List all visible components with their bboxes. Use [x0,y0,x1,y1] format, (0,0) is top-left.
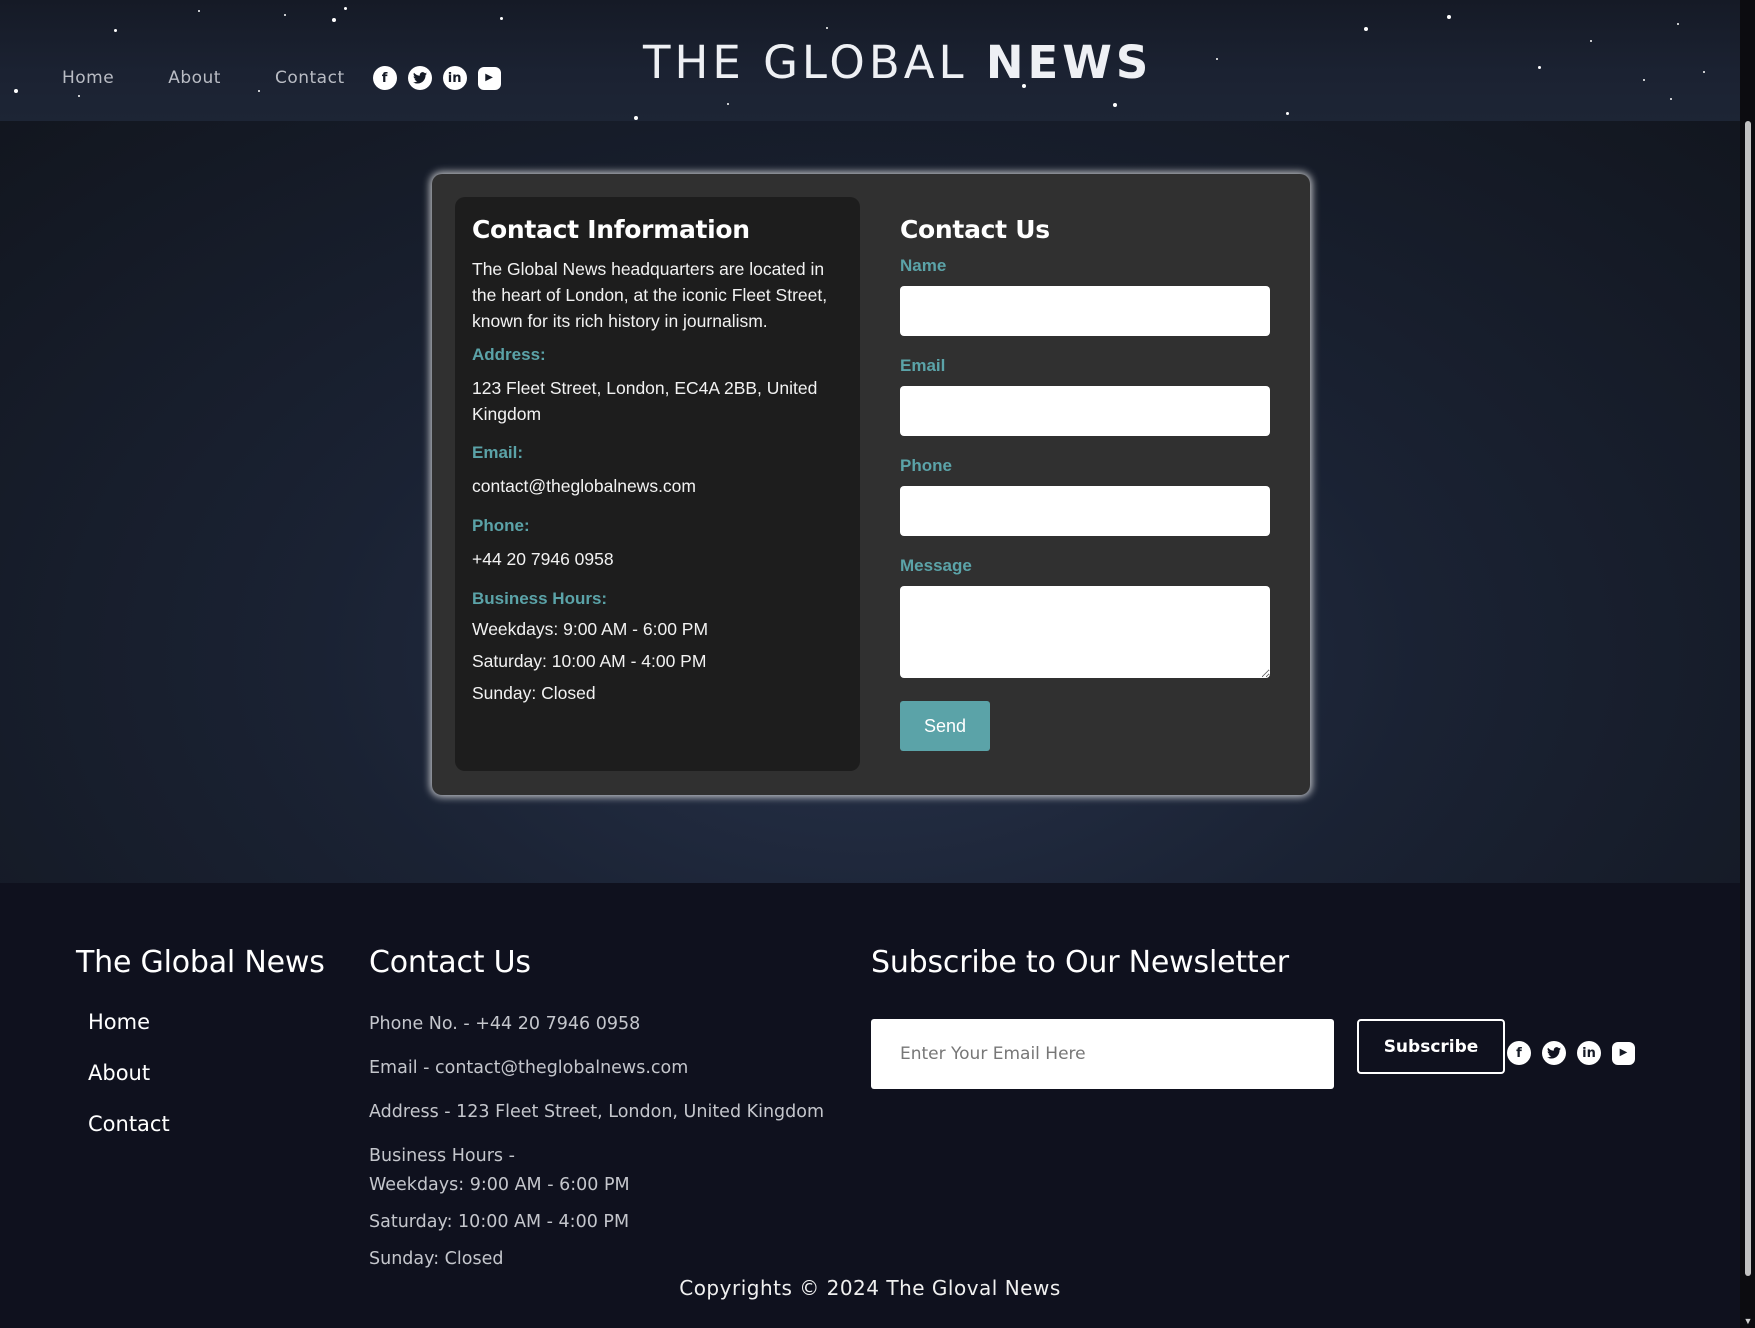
facebook-icon[interactable]: f [372,66,397,90]
footer-contact-column: Contact Us Phone No. - +44 20 7946 0958 … [369,945,824,1269]
logo-light-text: THE GLOBAL [643,36,986,89]
business-hours-list: Weekdays: 9:00 AM - 6:00 PM Saturday: 10… [472,613,843,709]
subscribe-button[interactable]: Subscribe [1357,1019,1505,1074]
linkedin-icon[interactable]: in [442,66,467,90]
scrollbar-thumb[interactable] [1745,121,1751,1276]
email-value: contact@theglobalnews.com [472,476,696,496]
phone-label: Phone: [472,516,530,535]
business-hours-label: Business Hours: [472,589,608,608]
hours-sunday: Sunday: Closed [472,683,596,703]
copyright-text: Copyrights © 2024 The Gloval News [679,1276,1061,1300]
footer-hours-label: Business Hours - [369,1146,515,1166]
newsletter-form: Subscribe f in ▶ [871,1019,1635,1089]
site-footer: The Global News Home About Contact Conta… [0,883,1740,1328]
send-button[interactable]: Send [900,701,990,751]
footer-newsletter-column: Subscribe to Our Newsletter Subscribe f … [871,945,1635,1089]
hours-weekdays: Weekdays: 9:00 AM - 6:00 PM [472,619,709,639]
footer-link-home[interactable]: Home [88,1010,325,1034]
hours-saturday: Saturday: 10:00 AM - 4:00 PM [472,651,707,671]
footer-address: Address - 123 Fleet Street, London, Unit… [369,1102,825,1122]
footer-email: Email - contact@theglobalnews.com [369,1058,689,1078]
header-social-links: f in ▶ [372,66,501,90]
footer-links: Home About Contact [88,1010,325,1136]
contact-form-title: Contact Us [900,215,1050,244]
site-header: Home About Contact f in ▶ THE GLOBAL NEW… [0,0,1740,121]
twitter-icon[interactable] [1542,1041,1566,1065]
nav-about-link[interactable]: About [168,68,221,88]
email-label: Email [900,356,946,375]
linkedin-icon[interactable]: in [1577,1041,1601,1065]
newsletter-email-input[interactable] [871,1019,1334,1089]
twitter-icon[interactable] [407,66,432,90]
site-logo[interactable]: THE GLOBAL NEWS [643,36,1152,89]
contact-information-title: Contact Information [472,215,750,244]
facebook-icon[interactable]: f [1507,1041,1531,1065]
phone-value: +44 20 7946 0958 [472,549,614,569]
message-textarea[interactable] [900,586,1270,678]
nav-home-link[interactable]: Home [62,68,114,88]
newsletter-title: Subscribe to Our Newsletter [871,945,1289,980]
footer-brand-title: The Global News [76,945,325,980]
footer-contact-title: Contact Us [369,945,531,980]
nav-contact-link[interactable]: Contact [275,68,345,88]
email-label: Email: [472,443,524,462]
address-value: 123 Fleet Street, London, EC4A 2BB, Unit… [472,378,818,424]
footer-hours-sunday: Sunday: Closed [369,1249,504,1269]
address-label: Address: [472,345,546,364]
logo-bold-text: NEWS [985,36,1153,89]
footer-brand-column: The Global News Home About Contact [76,945,325,1163]
phone-input[interactable] [900,486,1270,536]
footer-link-contact[interactable]: Contact [88,1112,325,1136]
name-label: Name [900,256,947,275]
contact-card: Contact Information The Global News head… [432,174,1310,795]
footer-phone: Phone No. - +44 20 7946 0958 [369,1014,641,1034]
footer-link-about[interactable]: About [88,1061,325,1085]
message-label: Message [900,556,972,575]
contact-information-panel: Contact Information The Global News head… [455,197,860,771]
phone-label: Phone [900,456,952,475]
youtube-icon[interactable]: ▶ [477,66,501,90]
scroll-down-arrow-icon[interactable]: ▼ [1742,1316,1754,1326]
contact-description: The Global News headquarters are located… [472,259,828,331]
footer-hours-weekdays: Weekdays: 9:00 AM - 6:00 PM [369,1175,630,1195]
footer-social-links: f in ▶ [1507,1041,1635,1065]
contact-form: Contact Us Name Email Phone Message Send [900,215,1270,751]
email-input[interactable] [900,386,1270,436]
main-content: Contact Information The Global News head… [0,121,1740,883]
youtube-icon[interactable]: ▶ [1612,1041,1635,1065]
name-input[interactable] [900,286,1270,336]
footer-hours-saturday: Saturday: 10:00 AM - 4:00 PM [369,1212,630,1232]
main-nav: Home About Contact f in ▶ [62,66,501,90]
